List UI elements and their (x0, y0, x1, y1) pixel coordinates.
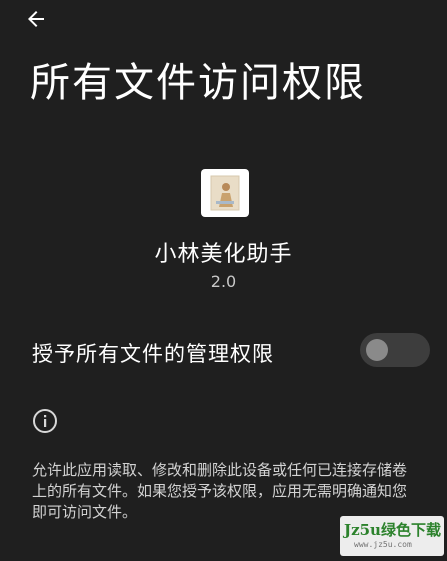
app-name: 小林美化助手 (154, 242, 293, 267)
toggle-knob (366, 339, 388, 361)
arrow-left-icon (28, 11, 44, 27)
permission-label: 授予所有文件的管理权限 (32, 342, 274, 366)
app-version: 2.0 (210, 272, 237, 291)
info-icon (33, 409, 57, 433)
watermark-logo: Jz5u绿色下载 www.jz5u.com (340, 516, 444, 556)
back-button[interactable] (22, 6, 50, 32)
permission-toggle[interactable] (360, 333, 430, 367)
all-files-permission-row[interactable]: 授予所有文件的管理权限 (0, 326, 447, 376)
watermark-subtext: www.jz5u.com (354, 540, 412, 549)
page-title: 所有文件访问权限 (30, 60, 366, 106)
app-thumbnail-icon (201, 169, 249, 217)
watermark-text: Jz5u绿色下载 (344, 521, 441, 539)
permission-description: 允许此应用读取、修改和删除此设备或任何已连接存储卷上的所有文件。如果您授予该权限… (32, 461, 408, 521)
